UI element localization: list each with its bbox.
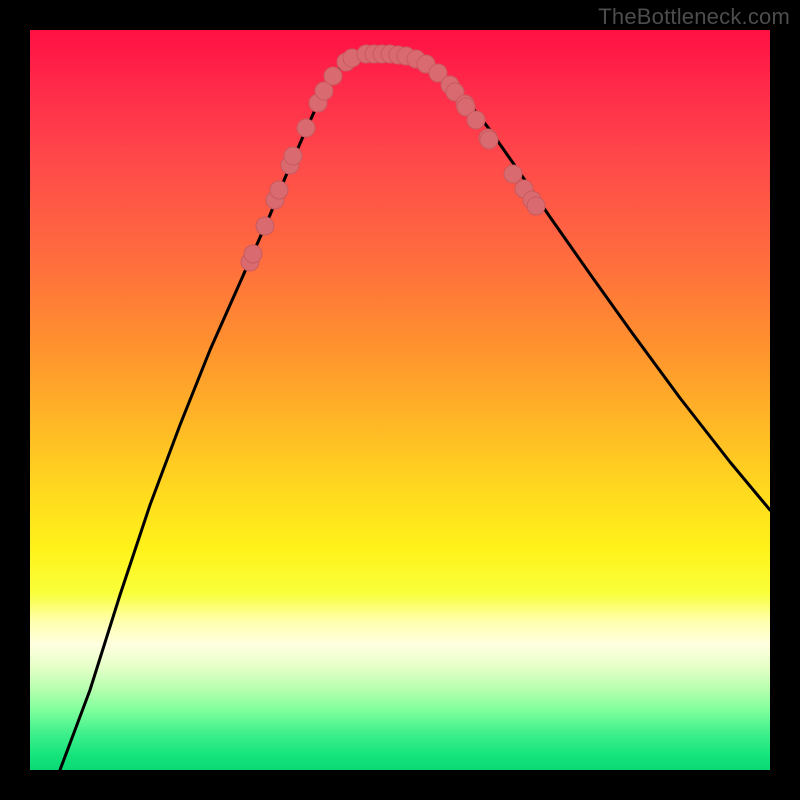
curve-svg (30, 30, 770, 770)
data-dot (244, 245, 262, 263)
data-dot (324, 67, 342, 85)
data-dot (284, 147, 302, 165)
data-dot (297, 119, 315, 137)
data-dot (270, 181, 288, 199)
data-dot (467, 111, 485, 129)
chart-frame: TheBottleneck.com (0, 0, 800, 800)
data-dot (480, 131, 498, 149)
data-dot (504, 165, 522, 183)
dot-group (241, 45, 545, 271)
data-dot (527, 197, 545, 215)
plot-area (30, 30, 770, 770)
data-dot (256, 217, 274, 235)
watermark-text: TheBottleneck.com (598, 4, 790, 30)
curve-path (60, 54, 770, 770)
